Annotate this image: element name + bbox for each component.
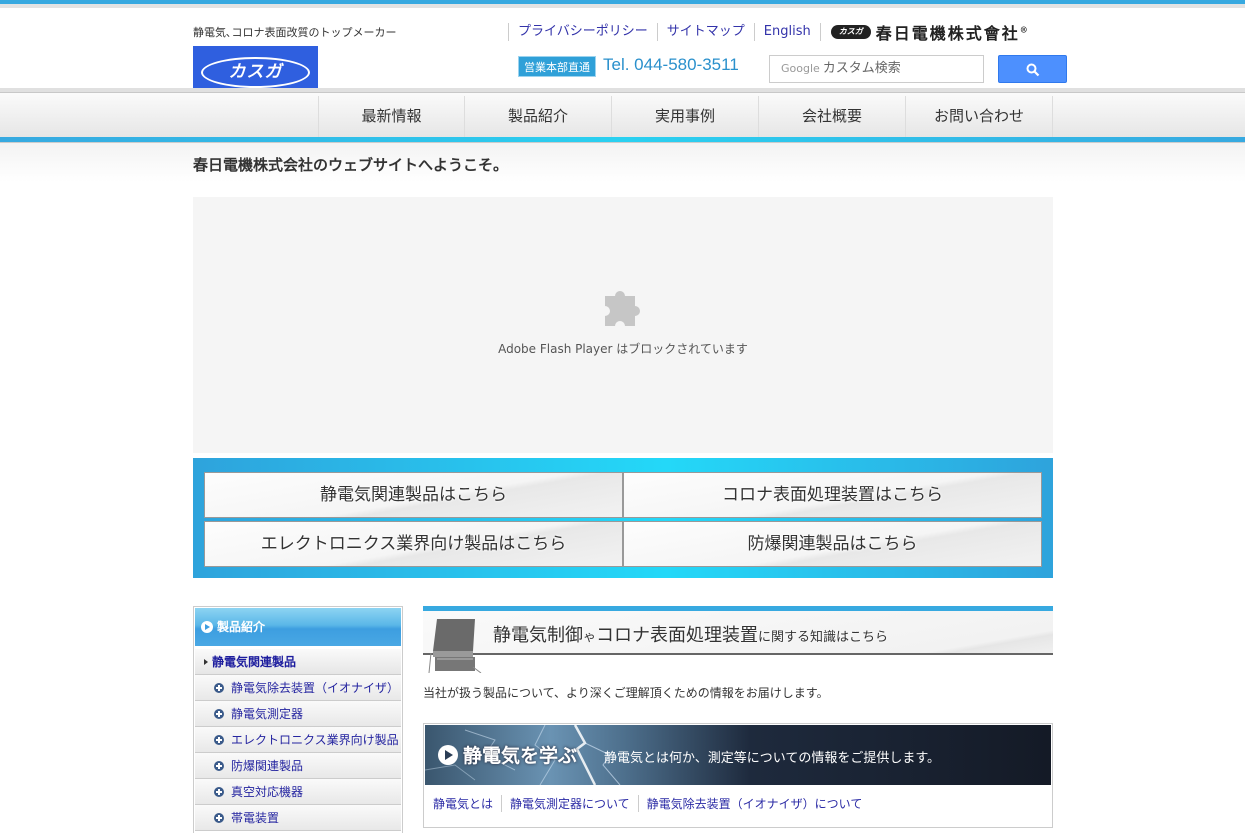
knowledge-title-ya: ゃ [583, 630, 597, 645]
sidebar-header-label: 製品紹介 [217, 620, 266, 634]
category-panel: 静電気関連製品はこちら コロナ表面処理装置はこちら エレクトロニクス業界向け製品… [193, 458, 1053, 578]
ionizer-info-link[interactable]: 静電気除去装置（イオナイザ）について [637, 795, 871, 812]
knowledge-title-suffix: に関する知識はこちら [758, 630, 889, 645]
books-icon [428, 619, 482, 673]
sidebar-item-label: 静電気除去装置（イオナイザ） [231, 681, 400, 695]
knowledge-title: 静電気制御ゃコロナ表面処理装置に関する知識はこちら [493, 621, 888, 647]
arrow-right-circle-icon [438, 745, 458, 765]
nav-company[interactable]: 会社概要 [759, 96, 906, 137]
learn-static-description: 静電気とは何か、測定等についての情報をご提供します。 [604, 751, 941, 766]
main-nav: 最新情報 製品紹介 実用事例 会社概要 お問い合わせ [318, 96, 1053, 137]
learn-static-box: 静電気を学ぶ 静電気とは何か、測定等についての情報をご提供します。 静電気とは … [423, 723, 1053, 828]
telephone-number: Tel. 044-580-3511 [603, 55, 739, 74]
search-icon [1026, 63, 1040, 77]
site-tagline: 静電気､コロナ表面改質のトップメーカー [193, 26, 397, 39]
brand-name: 春日電機株式會社® [876, 20, 1030, 44]
nav-shadow [0, 142, 1245, 182]
welcome-heading: 春日電機株式会社のウェブサイトへようこそ。 [193, 156, 509, 174]
english-link[interactable]: English [753, 23, 821, 41]
sidebar-item-meter[interactable]: 静電気測定器 [195, 701, 401, 727]
privacy-policy-link[interactable]: プライバシーポリシー [508, 23, 657, 41]
plus-circle-icon [214, 787, 224, 797]
sales-direct-badge: 営業本部直通 [518, 56, 596, 77]
learn-static-title: 静電気を学ぶ [463, 745, 578, 767]
search-placeholder: カスタム検索 [822, 61, 901, 76]
learn-static-banner[interactable]: 静電気を学ぶ 静電気とは何か、測定等についての情報をご提供します。 [425, 725, 1051, 785]
sidebar-item-charging[interactable]: 帯電装置 [195, 805, 401, 831]
corona-treatment-button[interactable]: コロナ表面処理装置はこちら [623, 472, 1042, 518]
sidebar-item-label: 防爆関連製品 [231, 759, 304, 773]
sidebar-header[interactable]: 製品紹介 [195, 608, 401, 646]
registered-mark: ® [1019, 24, 1030, 35]
knowledge-header: 静電気制御ゃコロナ表面処理装置に関する知識はこちら [423, 606, 1053, 673]
sidebar-item-electronics[interactable]: エレクトロニクス業界向け製品 [195, 727, 401, 753]
explosion-proof-button[interactable]: 防爆関連製品はこちら [623, 521, 1042, 567]
google-label: Google [781, 62, 820, 75]
knowledge-title-part1: 静電気制御 [493, 625, 583, 646]
nav-products[interactable]: 製品紹介 [465, 96, 612, 137]
puzzle-piece-icon [605, 291, 640, 326]
plus-circle-icon [214, 709, 224, 719]
what-is-static-link[interactable]: 静電気とは [433, 795, 501, 812]
plus-circle-icon [214, 683, 224, 693]
sidebar-item-label: 帯電装置 [231, 811, 280, 825]
flash-blocked-message: Adobe Flash Player はブロックされています [498, 342, 748, 356]
sidebar-item-ionizer[interactable]: 静電気除去装置（イオナイザ） [195, 675, 401, 701]
company-brand-mark: カスガ 春日電機株式會社® [830, 20, 1030, 44]
sidebar-item-label: 静電気測定器 [231, 707, 304, 721]
plus-circle-icon [214, 761, 224, 771]
nav-news[interactable]: 最新情報 [318, 96, 465, 137]
nav-case-studies[interactable]: 実用事例 [612, 96, 759, 137]
sidebar-list: 静電気除去装置（イオナイザ） 静電気測定器 エレクトロニクス業界向け製品 防爆関… [195, 675, 401, 831]
electronics-products-button[interactable]: エレクトロニクス業界向け製品はこちら [204, 521, 623, 567]
knowledge-title-part2: コロナ表面処理装置 [596, 625, 759, 646]
brand-badge: カスガ [830, 25, 871, 39]
logo-katakana: カスガ [201, 57, 310, 88]
nav-contact[interactable]: お問い合わせ [906, 96, 1053, 137]
search-input[interactable]: Google カスタム検索 [769, 55, 984, 83]
sidebar-item-label: エレクトロニクス業界向け製品 [231, 733, 399, 747]
brand-name-text: 春日電機株式會社 [875, 24, 1020, 43]
sidebar-item-vacuum[interactable]: 真空対応機器 [195, 779, 401, 805]
sidebar-product-nav: 製品紹介 静電気関連製品 静電気除去装置（イオナイザ） 静電気測定器 エレクトロ… [193, 606, 403, 833]
sidebar-item-explosion-proof[interactable]: 防爆関連製品 [195, 753, 401, 779]
utility-links: プライバシーポリシー サイトマップ English カスガ 春日電機株式會社® [508, 20, 1030, 44]
learn-static-links: 静電気とは 静電気測定器について 静電気除去装置（イオナイザ）について [433, 795, 870, 812]
sitemap-link[interactable]: サイトマップ [656, 23, 754, 41]
plus-circle-icon [214, 813, 224, 823]
sidebar-item-label: 真空対応機器 [231, 785, 304, 799]
search-button[interactable] [998, 55, 1067, 83]
plus-circle-icon [214, 735, 224, 745]
arrow-right-circle-icon [201, 621, 213, 633]
static-products-button[interactable]: 静電気関連製品はこちら [204, 472, 623, 518]
static-meter-info-link[interactable]: 静電気測定器について [501, 795, 638, 812]
knowledge-description: 当社が扱う製品について、より深くご理解頂くための情報をお届けします。 [423, 686, 829, 700]
sidebar-category-static[interactable]: 静電気関連製品 [195, 649, 401, 675]
top-gray-stripe [0, 4, 1245, 8]
flash-placeholder[interactable]: Adobe Flash Player はブロックされています [193, 197, 1053, 453]
